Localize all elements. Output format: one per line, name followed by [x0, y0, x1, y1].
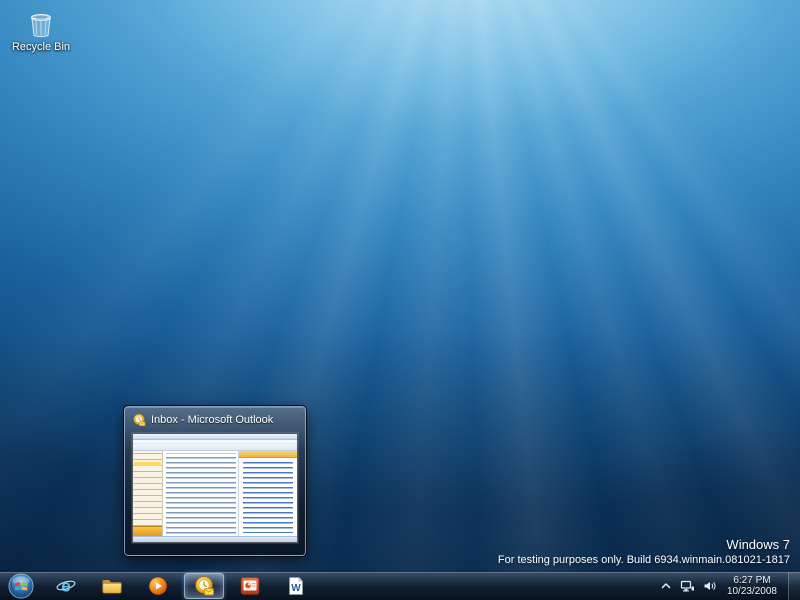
taskbar: e W 6:27 PM 10/23/2008 [0, 572, 800, 600]
taskbar-button-outlook[interactable] [184, 573, 224, 599]
folder-icon [102, 580, 122, 594]
start-button[interactable] [5, 572, 37, 600]
powerpoint-icon [240, 577, 260, 595]
taskbar-button-windows-media-player[interactable] [138, 573, 178, 599]
volume-icon [704, 582, 716, 590]
volume-tray-button[interactable] [703, 580, 716, 592]
watermark-os-name: Windows 7 [726, 537, 790, 552]
outlook-icon [195, 576, 214, 596]
taskbar-button-word[interactable]: W [276, 573, 316, 599]
preview-header: Inbox - Microsoft Outlook [132, 412, 298, 428]
media-player-icon [148, 576, 168, 596]
svg-text:W: W [291, 583, 301, 594]
network-tray-button[interactable] [680, 580, 695, 593]
mini-folder-pane [133, 451, 163, 536]
mini-reading-pane [239, 451, 297, 536]
mini-statusbar [133, 536, 297, 542]
clock[interactable]: 6:27 PM 10/23/2008 [724, 575, 780, 597]
mini-message-list [163, 451, 239, 536]
mini-message-header [239, 451, 297, 458]
mini-message-text [243, 461, 293, 533]
clock-date: 10/23/2008 [726, 586, 777, 597]
taskbar-pinned-apps: e W [46, 572, 316, 600]
mini-body [133, 451, 297, 536]
clock-time: 6:27 PM [733, 575, 771, 586]
recycle-bin[interactable]: Recycle Bin [8, 6, 74, 53]
chevron-up-icon [661, 583, 671, 589]
desktop[interactable]: Recycle Bin Windows 7 For testing purpos… [0, 0, 800, 600]
watermark-build-string: For testing purposes only. Build 6934.wi… [497, 554, 790, 566]
windows-logo-icon [8, 573, 34, 599]
recycle-bin-icon [31, 14, 51, 38]
outlook-window-thumbnail[interactable] [132, 433, 298, 543]
network-icon [680, 580, 694, 591]
word-icon: W [289, 576, 304, 595]
wallpaper-light-rays [0, 0, 800, 600]
notification-area: 6:27 PM 10/23/2008 [660, 572, 800, 600]
mini-selected-folder [134, 462, 161, 466]
taskbar-button-powerpoint[interactable] [230, 573, 270, 599]
taskbar-thumbnail-preview[interactable]: Inbox - Microsoft Outlook [123, 405, 307, 557]
wallpaper-vignette [0, 0, 800, 600]
taskbar-button-internet-explorer[interactable]: e [46, 573, 86, 599]
recycle-bin-label: Recycle Bin [11, 41, 71, 53]
show-desktop-button[interactable] [788, 572, 800, 600]
taskbar-button-windows-explorer[interactable] [92, 573, 132, 599]
preview-title: Inbox - Microsoft Outlook [151, 414, 274, 426]
build-watermark: Windows 7 For testing purposes only. Bui… [498, 537, 790, 567]
mini-toolbar [133, 444, 297, 451]
show-hidden-icons-button[interactable] [660, 581, 672, 591]
svg-text:e: e [61, 577, 70, 596]
mini-navigation-buttons [133, 526, 162, 536]
outlook-icon [133, 413, 146, 426]
internet-explorer-icon: e [56, 577, 76, 596]
